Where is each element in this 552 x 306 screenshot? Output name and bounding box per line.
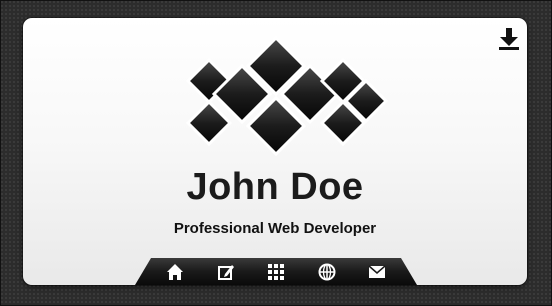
download-icon [499,28,519,50]
edit-icon [217,264,234,280]
nav-globe[interactable] [317,262,337,282]
home-icon [167,263,183,280]
mail-icon [368,264,386,278]
nav-home[interactable] [165,262,185,282]
globe-icon [318,263,335,280]
logo-mark [185,35,389,157]
nav-grid[interactable] [266,262,286,282]
nav-edit[interactable] [216,262,236,282]
profile-title: Professional Web Developer [173,220,377,237]
profile-card: John Doe Professional Web Developer [23,18,527,285]
nav-mail[interactable] [367,262,387,282]
bottom-nav-bar [135,258,417,285]
grid-icon [268,263,284,280]
download-button[interactable] [496,26,522,52]
profile-name: John Doe [186,166,364,208]
logo-tile [185,99,233,147]
